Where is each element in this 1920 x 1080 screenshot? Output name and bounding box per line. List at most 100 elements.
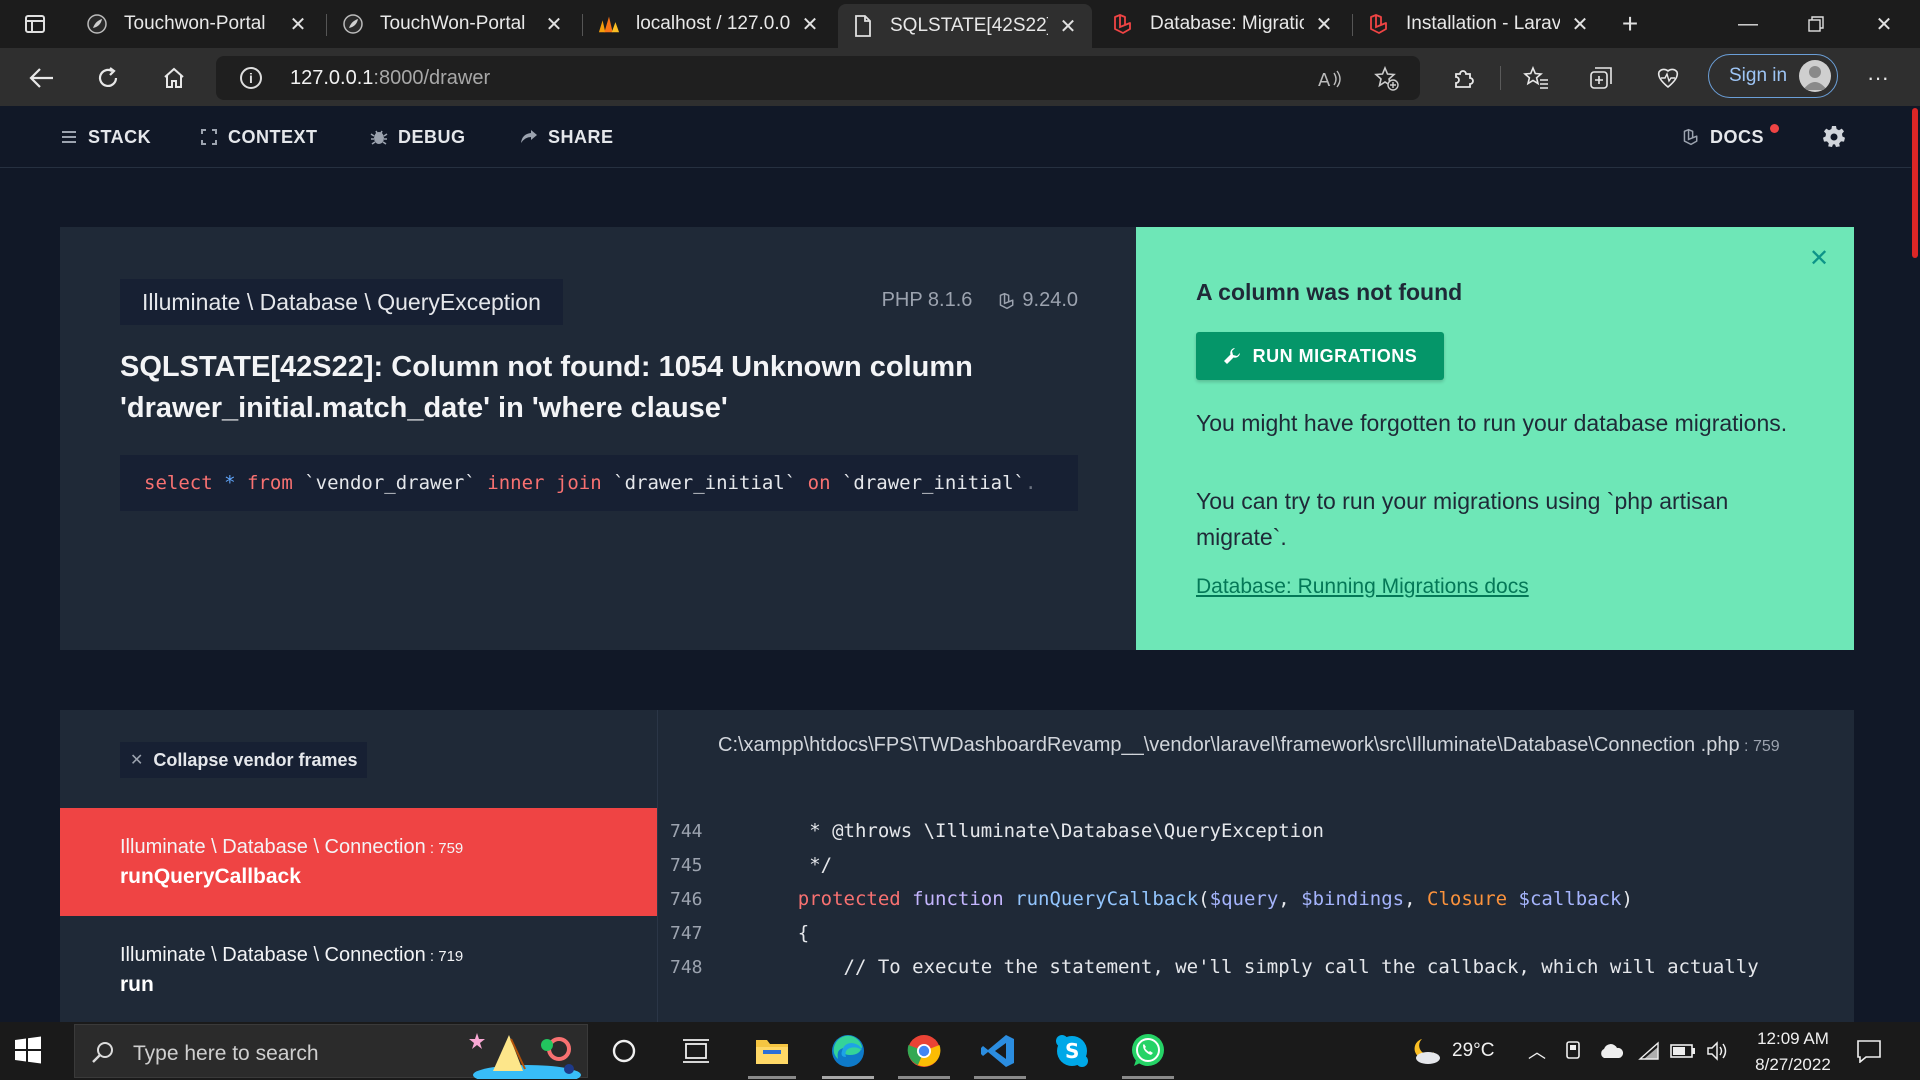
browser-tab-5[interactable]: Database: Migration ✕ xyxy=(1098,4,1348,44)
back-button[interactable] xyxy=(24,60,60,96)
favorites-icon xyxy=(1523,66,1548,89)
whatsapp-button[interactable] xyxy=(1128,1031,1168,1071)
url-text: 127.0.0.1:8000/drawer xyxy=(290,67,490,90)
chrome-running-indicator xyxy=(898,1076,950,1079)
notifications-button[interactable] xyxy=(1856,1022,1882,1080)
browser-tab-1[interactable]: Touchwon-Portal ✕ xyxy=(72,4,322,44)
vscode-button[interactable] xyxy=(978,1031,1018,1071)
url-path: :8000/drawer xyxy=(373,67,491,89)
onedrive-tray-icon[interactable] xyxy=(1598,1022,1624,1080)
minimize-icon: — xyxy=(1738,12,1758,35)
windows-logo-icon xyxy=(15,1036,41,1064)
code-text: // To execute the statement, we'll simpl… xyxy=(752,956,1759,978)
nav-docs[interactable]: DOCS xyxy=(1682,106,1764,168)
plus-icon: + xyxy=(1621,8,1639,39)
sql-keyword: inner xyxy=(487,472,545,494)
browser-tab-3[interactable]: localhost / 127.0.0.1 ✕ xyxy=(584,4,834,44)
nav-debug[interactable]: DEBUG xyxy=(370,106,466,168)
close-solution-button[interactable]: ✕ xyxy=(1806,244,1832,272)
close-window-button[interactable]: ✕ xyxy=(1850,0,1918,48)
sql-identifier: `drawer_initial` xyxy=(613,472,797,494)
cortana-button[interactable] xyxy=(604,1031,644,1071)
device-tray-icon[interactable] xyxy=(1564,1022,1582,1080)
sign-in-button[interactable]: Sign in xyxy=(1708,54,1838,98)
minimize-button[interactable]: — xyxy=(1714,0,1782,48)
clock-date: 8/27/2022 xyxy=(1755,1055,1831,1074)
home-button[interactable] xyxy=(156,60,192,96)
show-hidden-icons-button[interactable]: ︿ xyxy=(1528,1022,1546,1080)
battery-icon xyxy=(1670,1044,1695,1058)
folder-icon xyxy=(756,1040,788,1064)
edge-browser-button[interactable] xyxy=(828,1031,868,1071)
collections-button[interactable] xyxy=(1584,60,1620,96)
tab-separator xyxy=(582,14,583,36)
vscode-running-indicator xyxy=(974,1076,1026,1079)
file-explorer-button[interactable] xyxy=(752,1031,792,1071)
network-tray-icon[interactable] xyxy=(1638,1022,1660,1080)
stack-frame[interactable]: Illuminate \ Database \ Connection : 719… xyxy=(60,916,657,1022)
chrome-button[interactable] xyxy=(904,1031,944,1071)
browser-tab-2[interactable]: TouchWon-Portal ✕ xyxy=(328,4,578,44)
close-icon: ✕ xyxy=(1808,244,1830,272)
laravel-leaf-icon xyxy=(342,13,364,35)
settings-more-button[interactable]: ··· xyxy=(1860,60,1896,96)
laravel-logo-icon xyxy=(1112,13,1134,35)
tab-title: Database: Migration xyxy=(1150,13,1304,34)
address-bar[interactable]: i 127.0.0.1:8000/drawer A xyxy=(216,56,1420,100)
favorites-button[interactable] xyxy=(1518,60,1554,96)
volume-tray-icon[interactable] xyxy=(1706,1022,1730,1080)
close-tab-icon[interactable]: ✕ xyxy=(1056,14,1080,38)
solution-panel: ✕ A column was not found RUN MIGRATIONS … xyxy=(1136,227,1854,650)
file-path[interactable]: C:\xampp\htdocs\FPS\TWDashboardRevamp__\… xyxy=(718,730,1818,762)
task-view-button[interactable] xyxy=(676,1031,716,1071)
extensions-button[interactable] xyxy=(1446,60,1482,96)
code-function-name: runQueryCallback xyxy=(1015,888,1199,910)
task-view-icon xyxy=(683,1039,709,1063)
tab-actions-button[interactable] xyxy=(16,10,54,38)
browser-tab-6[interactable]: Installation - Larave ✕ xyxy=(1354,4,1604,44)
code-text: { xyxy=(752,922,810,944)
close-tab-icon[interactable]: ✕ xyxy=(1312,12,1336,36)
close-tab-icon[interactable]: ✕ xyxy=(1568,12,1592,36)
collapse-vendor-frames-button[interactable]: ✕ Collapse vendor frames xyxy=(120,742,368,778)
skype-button[interactable]: S xyxy=(1052,1031,1092,1071)
code-text: protected function runQueryCallback($que… xyxy=(797,888,1633,910)
url-host: 127.0.0.1 xyxy=(290,67,374,89)
usb-device-icon xyxy=(1566,1041,1580,1059)
performance-button[interactable] xyxy=(1650,60,1686,96)
add-favorite-icon[interactable] xyxy=(1372,64,1402,94)
sql-query[interactable]: select * from `vendor_drawer` inner join… xyxy=(120,455,1078,511)
search-highlight-illustration-icon xyxy=(463,1025,583,1080)
settings-gear-button[interactable] xyxy=(1820,122,1848,150)
nav-stack[interactable]: STACK xyxy=(60,106,151,168)
refresh-button[interactable] xyxy=(90,60,126,96)
stack-frame-active[interactable]: Illuminate \ Database \ Connection : 759… xyxy=(60,808,657,916)
taskbar-search-box[interactable]: Type here to search xyxy=(74,1024,588,1080)
system-clock[interactable]: 12:09 AM 8/27/2022 xyxy=(1744,1026,1842,1078)
file-path-text: C:\xampp\htdocs\FPS\TWDashboardRevamp__\… xyxy=(718,734,1740,756)
code-line[interactable]: 748 // To execute the statement, we'll s… xyxy=(658,946,1854,988)
read-aloud-icon[interactable]: A xyxy=(1316,64,1346,94)
browser-tab-4-active[interactable]: SQLSTATE[42S22]: C ✕ xyxy=(838,4,1092,48)
laravel-logo-icon xyxy=(998,292,1016,310)
nav-share[interactable]: SHARE xyxy=(520,106,614,168)
page-scrollbar-thumb[interactable] xyxy=(1912,108,1918,258)
start-button[interactable] xyxy=(14,1036,44,1066)
close-icon: ✕ xyxy=(1875,13,1893,36)
nav-context[interactable]: CONTEXT xyxy=(200,106,318,168)
partly-cloudy-night-icon xyxy=(1414,1039,1440,1064)
restore-button[interactable] xyxy=(1782,0,1850,48)
close-tab-icon[interactable]: ✕ xyxy=(798,12,822,36)
page-icon xyxy=(852,15,874,37)
vscode-icon xyxy=(981,1035,1014,1067)
weather-widget[interactable]: 29°C xyxy=(1408,1022,1494,1080)
battery-tray-icon[interactable] xyxy=(1670,1022,1696,1080)
code-keyword: function xyxy=(912,888,1004,910)
site-info-icon[interactable]: i xyxy=(240,67,262,89)
close-tab-icon[interactable]: ✕ xyxy=(286,12,310,36)
run-migrations-button[interactable]: RUN MIGRATIONS xyxy=(1196,332,1444,380)
new-tab-button[interactable]: + xyxy=(1614,8,1646,40)
close-tab-icon[interactable]: ✕ xyxy=(542,12,566,36)
solution-title: A column was not found xyxy=(1196,279,1463,305)
migrations-docs-link[interactable]: Database: Running Migrations docs xyxy=(1196,575,1529,599)
